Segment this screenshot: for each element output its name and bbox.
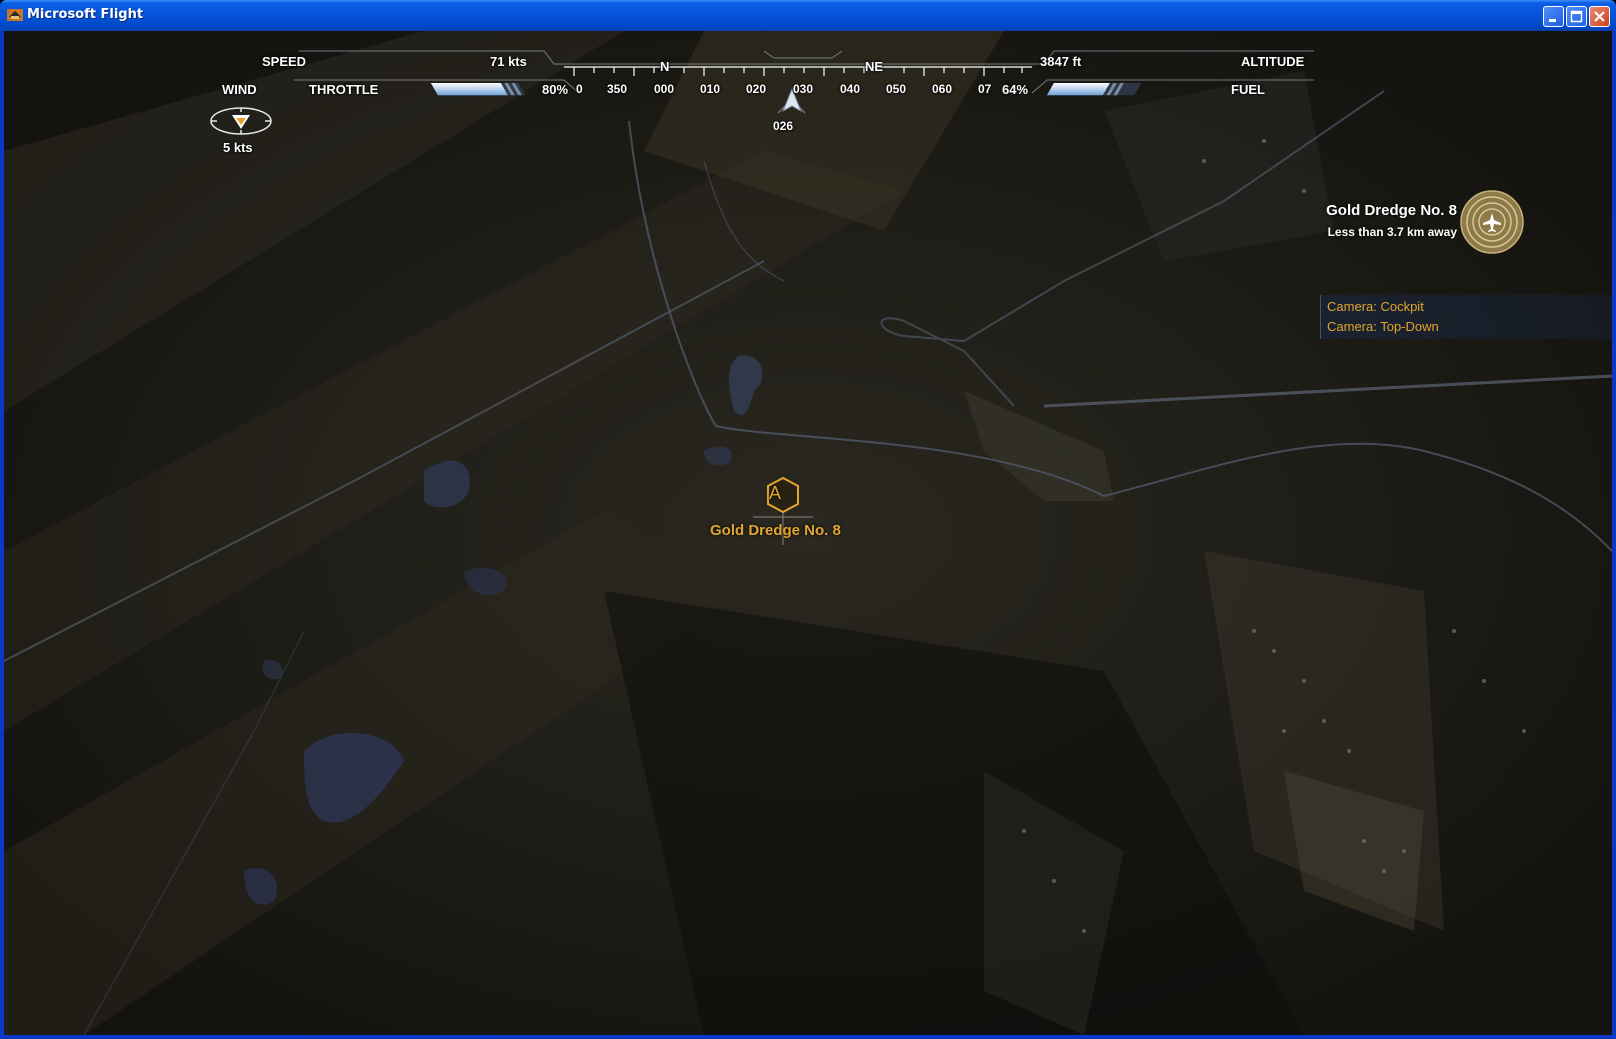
close-button[interactable]	[1589, 6, 1610, 27]
throttle-value: 80%	[542, 82, 569, 97]
fuel-label: FUEL	[1231, 82, 1265, 97]
altitude-label: ALTITUDE	[1241, 54, 1305, 69]
minimize-button[interactable]	[1543, 6, 1564, 27]
speed-label: SPEED	[262, 54, 307, 69]
title-bar[interactable]: Microsoft Flight	[0, 0, 1616, 31]
compass-northeast: NE	[865, 59, 884, 74]
compass-tick-label: 060	[932, 82, 953, 96]
compass-tick-label: 07	[978, 82, 992, 96]
close-icon	[1594, 11, 1605, 22]
compass-tick-label: 030	[793, 82, 814, 96]
throttle-label: THROTTLE	[309, 82, 379, 97]
fuel-value: 64%	[1002, 82, 1029, 97]
app-window: Microsoft Flight SPEED 71 kts 3847 ft AL…	[0, 0, 1616, 1039]
throttle-bar	[430, 83, 526, 96]
compass-tick-label: 350	[607, 82, 628, 96]
wind-direction-icon	[210, 107, 272, 135]
waypoint-marker-label: Gold Dredge No. 8	[710, 522, 841, 539]
fuel-bar	[1046, 83, 1142, 96]
compass-tick-label: 0	[576, 82, 583, 96]
camera-topdown-option[interactable]: Camera: Top-Down	[1327, 319, 1439, 334]
waypoint-distance: Less than 3.7 km away	[1327, 225, 1457, 239]
speed-value: 71 kts	[490, 54, 527, 69]
compass-tick-label: 050	[886, 82, 907, 96]
compass-tick-label: 040	[840, 82, 861, 96]
waypoint-radar-icon[interactable]	[1459, 189, 1525, 255]
maximize-icon	[1570, 10, 1583, 23]
compass-tick-label: 000	[654, 82, 675, 96]
heading-readout: 026	[773, 119, 794, 133]
waypoint-title: Gold Dredge No. 8	[1326, 202, 1457, 219]
compass-tick-label: 020	[746, 82, 767, 96]
window-title: Microsoft Flight	[27, 7, 144, 22]
compass-north: N	[660, 59, 670, 74]
maximize-button[interactable]	[1566, 6, 1587, 27]
wind-label: WIND	[222, 82, 257, 97]
minimize-icon	[1549, 19, 1556, 22]
waypoint-marker-letter: A	[769, 483, 782, 503]
compass-tick-label: 010	[700, 82, 721, 96]
wind-speed: 5 kts	[223, 140, 253, 155]
camera-menu: Camera: Cockpit Camera: Top-Down	[1320, 295, 1612, 339]
altitude-value: 3847 ft	[1040, 54, 1082, 69]
camera-cockpit-option[interactable]: Camera: Cockpit	[1327, 299, 1424, 314]
app-icon	[7, 9, 23, 21]
scenery-viewport[interactable]: SPEED 71 kts 3847 ft ALTITUDE WIND THROT…	[4, 31, 1612, 1035]
